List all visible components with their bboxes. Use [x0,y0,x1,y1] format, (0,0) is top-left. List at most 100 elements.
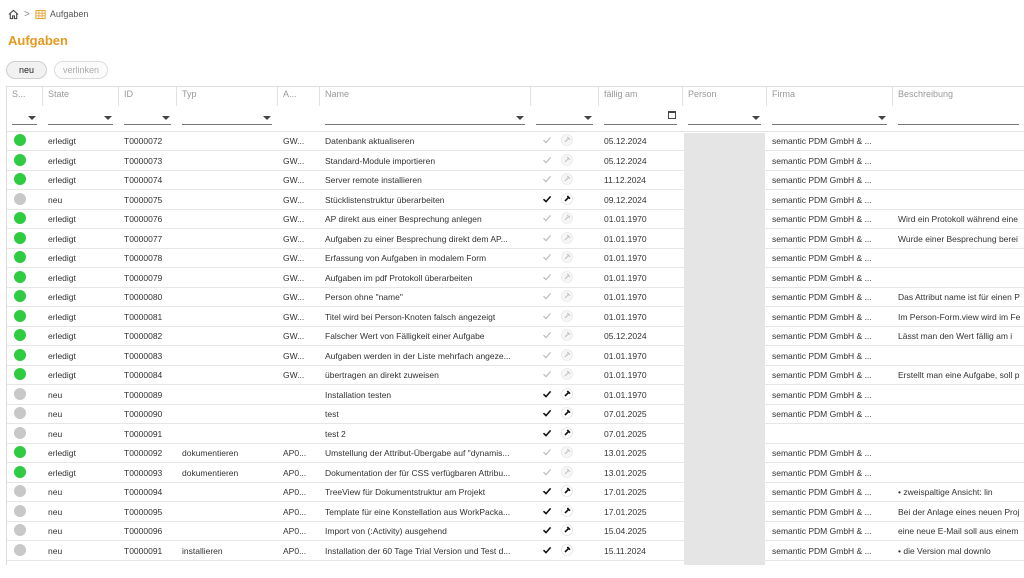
check-icon[interactable] [541,251,553,263]
state-cell: erledigt [48,233,76,244]
table-row[interactable]: neu T0000096 AP0... Import von (:Activity) … [7,521,1024,541]
state-cell: erledigt [48,136,76,146]
table-row[interactable]: neu T0000091 test 2 07.01.2025 [7,424,1024,444]
pin-icon[interactable] [561,134,573,146]
check-icon[interactable] [541,173,553,185]
state-cell: erledigt [48,253,76,263]
check-icon[interactable] [541,193,553,205]
home-icon[interactable] [8,9,19,20]
table-row[interactable]: erledigt T0000084 GW... übertragen an direk… [7,365,1024,385]
table-row[interactable]: neu T0000090 test 07.01.2025 semantic PDM Gm… [7,404,1024,424]
pin-icon[interactable] [561,212,573,224]
table-row[interactable]: erledigt T0000082 GW... Falscher Wert von F… [7,326,1024,346]
link-button[interactable]: verlinken [54,61,108,79]
filter-actions[interactable] [536,112,593,125]
breadcrumb-current[interactable]: Aufgaben [50,9,89,19]
pin-icon[interactable] [561,387,573,400]
table-row[interactable]: neu T0000095 AP0... Template für eine Konst… [7,502,1024,522]
check-icon[interactable] [541,290,553,302]
table-row[interactable]: erledigt T0000078 GW... Erfassung von Aufga… [7,248,1024,268]
header-id[interactable]: ID [119,87,177,106]
check-icon[interactable] [541,329,553,341]
filter-id[interactable] [124,112,171,125]
check-icon[interactable] [541,271,553,283]
filter-status[interactable] [12,112,37,125]
table-row[interactable]: neu T0000089 Installation testen 01.01.1970… [7,385,1024,405]
pin-icon[interactable] [561,524,573,536]
check-icon[interactable] [541,134,553,146]
check-icon[interactable] [541,524,553,536]
pin-icon[interactable] [561,543,573,556]
table-row[interactable]: erledigt T0000092 dokumentieren AP0... Umste… [7,443,1024,463]
filter-typ[interactable] [182,112,272,125]
filter-due[interactable] [604,111,677,125]
pin-icon[interactable] [561,348,573,361]
check-icon[interactable] [541,232,553,244]
table-row[interactable]: erledigt T0000093 dokumentieren AP0... Dokum… [7,463,1024,483]
check-icon[interactable] [541,505,553,517]
pin-icon[interactable] [561,270,573,283]
pin-icon[interactable] [561,485,573,497]
pin-icon[interactable] [561,407,573,419]
table-row[interactable]: erledigt T0000074 GW... Server remote insta… [7,170,1024,190]
pin-icon[interactable] [561,368,573,380]
header-due[interactable]: fällig am [599,87,683,106]
pin-icon[interactable] [561,446,573,458]
filter-beschreibung[interactable] [898,112,1019,125]
name-cell: Falscher Wert von Fälligkeit einer Aufga… [325,331,485,341]
table-row[interactable]: erledigt T0000081 GW... Titel wird bei Pers… [7,307,1024,327]
table-row[interactable]: erledigt T0000080 GW... Person ohne "name" 0… [7,287,1024,307]
filter-name[interactable] [325,112,525,125]
pin-icon[interactable] [561,309,573,322]
filter-firma[interactable] [772,112,887,125]
check-icon[interactable] [541,485,553,497]
table-row[interactable]: erledigt T0000079 GW... Aufgaben im pdf Pro… [7,268,1024,288]
check-icon[interactable] [541,407,553,419]
table-row[interactable]: erledigt T0000076 GW... AP direkt aus einer… [7,209,1024,229]
table-row[interactable]: erledigt T0000073 GW... Standard-Module imp… [7,151,1024,171]
check-icon[interactable] [541,446,553,458]
filter-state[interactable] [48,112,113,125]
check-icon[interactable] [541,310,553,322]
table-row[interactable]: neu T0000075 GW... Stücklistenstruktur über… [7,190,1024,210]
person-cell [683,268,767,287]
chevron-down-icon [878,116,886,120]
calendar-icon[interactable] [668,111,676,119]
check-icon[interactable] [541,349,553,361]
header-person[interactable]: Person [683,87,767,106]
pin-icon[interactable] [561,465,573,478]
pin-icon[interactable] [561,173,573,185]
header-firma[interactable]: Firma [767,87,893,106]
header-a[interactable]: A... [278,87,320,106]
check-icon[interactable] [541,368,553,380]
pin-icon[interactable] [561,153,573,166]
pin-icon[interactable] [561,290,573,302]
check-icon[interactable] [541,154,553,166]
table-row[interactable]: erledigt T0000072 GW... Datenbank aktualise… [7,131,1024,151]
check-icon[interactable] [541,544,553,556]
check-icon[interactable] [541,427,553,439]
table-row[interactable]: neu T0000091 installieren AP0... Installatio… [7,541,1024,561]
pin-icon[interactable] [561,251,573,263]
id-cell: T0000076 [124,214,163,224]
header-state[interactable]: State [43,87,119,106]
pin-icon[interactable] [561,504,573,517]
table-row[interactable]: erledigt T0000083 GW... Aufgaben werden in … [7,346,1024,366]
filter-person[interactable] [688,112,761,125]
check-icon[interactable] [541,212,553,224]
check-icon[interactable] [541,388,553,400]
table-row[interactable]: erledigt T0000077 GW... Aufgaben zu einer B… [7,229,1024,249]
pin-icon[interactable] [561,231,573,244]
table-row[interactable]: neu T0000094 AP0... TreeView für Dokumentst… [7,482,1024,502]
pin-icon[interactable] [561,426,573,439]
header-status[interactable]: S... [7,87,43,106]
pin-icon[interactable] [561,329,573,341]
header-beschreibung[interactable]: Beschreibung [893,87,1024,106]
pin-icon[interactable] [561,192,573,205]
firma-cell: semantic PDM GmbH & ... [772,545,872,556]
actions-cell [531,502,599,521]
header-name[interactable]: Name [320,87,531,106]
new-button[interactable]: neu [6,61,47,79]
check-icon[interactable] [541,466,553,478]
header-typ[interactable]: Typ [177,87,278,106]
